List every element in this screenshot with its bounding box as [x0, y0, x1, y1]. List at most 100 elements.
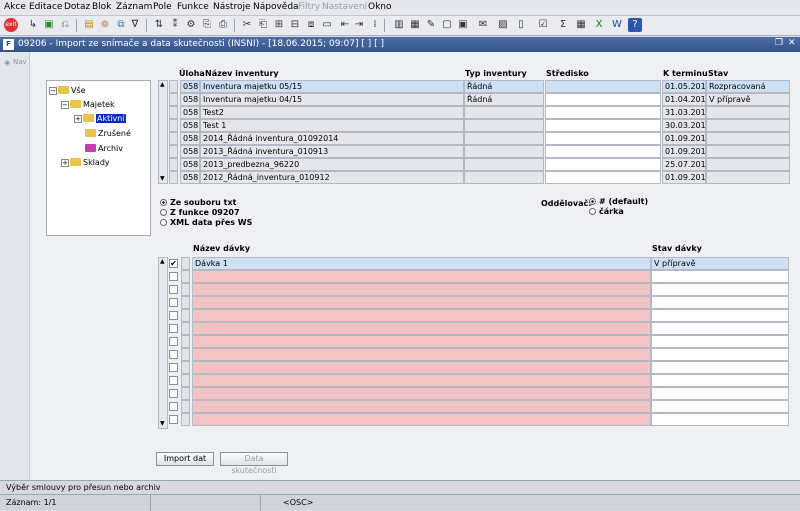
list-icon[interactable]: ⁞ — [368, 18, 382, 32]
batch-cell-nazev[interactable] — [192, 335, 651, 348]
batch-checkbox[interactable] — [169, 402, 178, 411]
menu-nastroje[interactable]: Nástroje — [213, 2, 251, 12]
row-indicator[interactable] — [181, 413, 190, 426]
batch-cell-stav[interactable] — [651, 322, 789, 335]
inventory-cell-typ[interactable]: Řádná — [464, 93, 544, 106]
table-icon[interactable]: ▦ — [574, 18, 588, 32]
batch-cell-nazev[interactable] — [192, 413, 651, 426]
source-option-funkce[interactable]: Z funkce 09207 — [160, 208, 240, 217]
tree-node-majetek[interactable]: − Majetek — [61, 99, 115, 111]
help-icon[interactable]: ? — [628, 18, 642, 32]
menu-akce[interactable]: Akce — [4, 2, 26, 12]
collapse-icon[interactable]: − — [61, 101, 69, 109]
menu-editace[interactable]: Editace — [29, 2, 62, 12]
inventory-cell-stredisko[interactable] — [545, 171, 661, 184]
inventory-cell-stav[interactable] — [706, 119, 790, 132]
batch-checkbox[interactable] — [169, 376, 178, 385]
batch-cell-stav[interactable] — [651, 400, 789, 413]
inventory-cell-stredisko[interactable] — [545, 93, 661, 106]
menu-pole[interactable]: Pole — [153, 2, 172, 12]
query-icon[interactable]: ⧉ — [114, 18, 128, 32]
sort-icon[interactable]: ⇅ — [152, 18, 166, 32]
filter-icon[interactable]: ∇ — [128, 18, 142, 32]
row-indicator[interactable] — [169, 145, 178, 158]
batch-cell-stav[interactable] — [651, 283, 789, 296]
checklist-icon[interactable]: ☑ — [536, 18, 550, 32]
batch-cell-stav[interactable] — [651, 413, 789, 426]
radio-sep-1[interactable] — [589, 208, 596, 215]
batch-checkbox[interactable] — [169, 337, 178, 346]
row-indicator[interactable] — [181, 387, 190, 400]
menu-funkce[interactable]: Funkce — [177, 2, 209, 12]
batch-cell-nazev[interactable] — [192, 283, 651, 296]
row-indicator[interactable] — [169, 80, 178, 93]
inventory-cell-stredisko[interactable] — [545, 145, 661, 158]
inventory-cell-uloha[interactable]: 058 — [180, 145, 200, 158]
source-option-xml[interactable]: XML data přes WS — [160, 218, 252, 227]
separator-option-carka[interactable]: čárka — [589, 207, 624, 216]
calendar-icon[interactable]: ▣ — [456, 18, 470, 32]
inventory-cell-stav[interactable] — [706, 171, 790, 184]
batch-checkbox[interactable] — [169, 298, 178, 307]
duplicate-icon[interactable]: ⧈ — [304, 18, 318, 32]
tree-node-zrusene[interactable]: Zrušené — [85, 128, 131, 140]
document-icon[interactable]: ▯ — [514, 18, 528, 32]
inventory-cell-nazev[interactable]: 2012_Řádná_inventura_010912 — [200, 171, 464, 184]
inventory-cell-typ[interactable] — [464, 171, 544, 184]
row-indicator[interactable] — [181, 361, 190, 374]
batch-cell-nazev[interactable]: Dávka 1 — [192, 257, 651, 270]
batch-cell-stav[interactable] — [651, 270, 789, 283]
insert-record-icon[interactable]: ⊞ — [272, 18, 286, 32]
inventory-cell-stav[interactable] — [706, 132, 790, 145]
batch-cell-stav[interactable] — [651, 309, 789, 322]
menu-napoveda[interactable]: Nápověda — [253, 2, 299, 12]
batch-cell-nazev[interactable] — [192, 374, 651, 387]
first-record-icon[interactable]: ⇤ — [338, 18, 352, 32]
tools-icon[interactable]: ⚙ — [184, 18, 198, 32]
batch-cell-nazev[interactable] — [192, 348, 651, 361]
row-indicator[interactable] — [181, 296, 190, 309]
row-indicator[interactable] — [181, 335, 190, 348]
batch-checkbox[interactable] — [169, 363, 178, 372]
inventory-cell-stredisko[interactable] — [545, 119, 661, 132]
inventory-cell-termin[interactable]: 31.03.2015 — [662, 106, 706, 119]
inventory-cell-typ[interactable] — [464, 158, 544, 171]
tree-node-archiv[interactable]: Archiv — [85, 143, 123, 155]
inventory-cell-stav[interactable] — [706, 106, 790, 119]
batch-checkbox[interactable] — [169, 350, 178, 359]
export-icon[interactable]: ⎙ — [216, 18, 230, 32]
inventory-cell-termin[interactable]: 25.07.2013 — [662, 158, 706, 171]
inventory-cell-uloha[interactable]: 058 — [180, 132, 200, 145]
batch-checkbox[interactable] — [169, 311, 178, 320]
inventory-cell-nazev[interactable]: 2013_predbezna_96220 — [200, 158, 464, 171]
inventory-cell-nazev[interactable]: 2014_Řádná inventura_01092014 — [200, 132, 464, 145]
inventory-cell-typ[interactable] — [464, 132, 544, 145]
inventory-cell-termin[interactable]: 30.03.2015 — [662, 119, 706, 132]
tree-node-vse[interactable]: − Vše — [49, 85, 86, 97]
batch-checkbox[interactable]: ✔ — [169, 259, 178, 268]
menu-zaznam[interactable]: Záznam — [116, 2, 152, 12]
inventory-cell-typ[interactable] — [464, 106, 544, 119]
sum-icon[interactable]: Σ — [556, 18, 570, 32]
binoculars-icon[interactable]: ⊚ — [98, 18, 112, 32]
inventory-cell-termin[interactable]: 01.05.2015 — [662, 80, 706, 93]
scroll-up-icon[interactable]: ▲ — [160, 81, 165, 88]
inventory-cell-stav[interactable]: V přípravě — [706, 93, 790, 106]
scroll-up-icon[interactable]: ▲ — [160, 258, 165, 265]
inventory-cell-nazev[interactable]: Test 1 — [200, 119, 464, 132]
batch-scrollbar[interactable]: ▲ ▼ — [158, 257, 168, 429]
exit-icon[interactable]: exit — [4, 18, 18, 32]
batch-cell-stav[interactable] — [651, 296, 789, 309]
inventory-cell-termin[interactable]: 01.09.2013 — [662, 145, 706, 158]
inventory-cell-stav[interactable] — [706, 145, 790, 158]
separator-option-hash[interactable]: # (default) — [589, 197, 648, 206]
undo-icon[interactable]: ⎌ — [58, 18, 72, 32]
expand-icon[interactable]: + — [74, 115, 82, 123]
word-icon[interactable]: W — [610, 18, 624, 32]
batch-cell-nazev[interactable] — [192, 296, 651, 309]
menu-dotaz[interactable]: Dotaz — [64, 2, 90, 12]
row-indicator[interactable] — [181, 348, 190, 361]
row-indicator[interactable] — [169, 132, 178, 145]
accept-icon[interactable]: ▣ — [42, 18, 56, 32]
row-indicator[interactable] — [169, 171, 178, 184]
